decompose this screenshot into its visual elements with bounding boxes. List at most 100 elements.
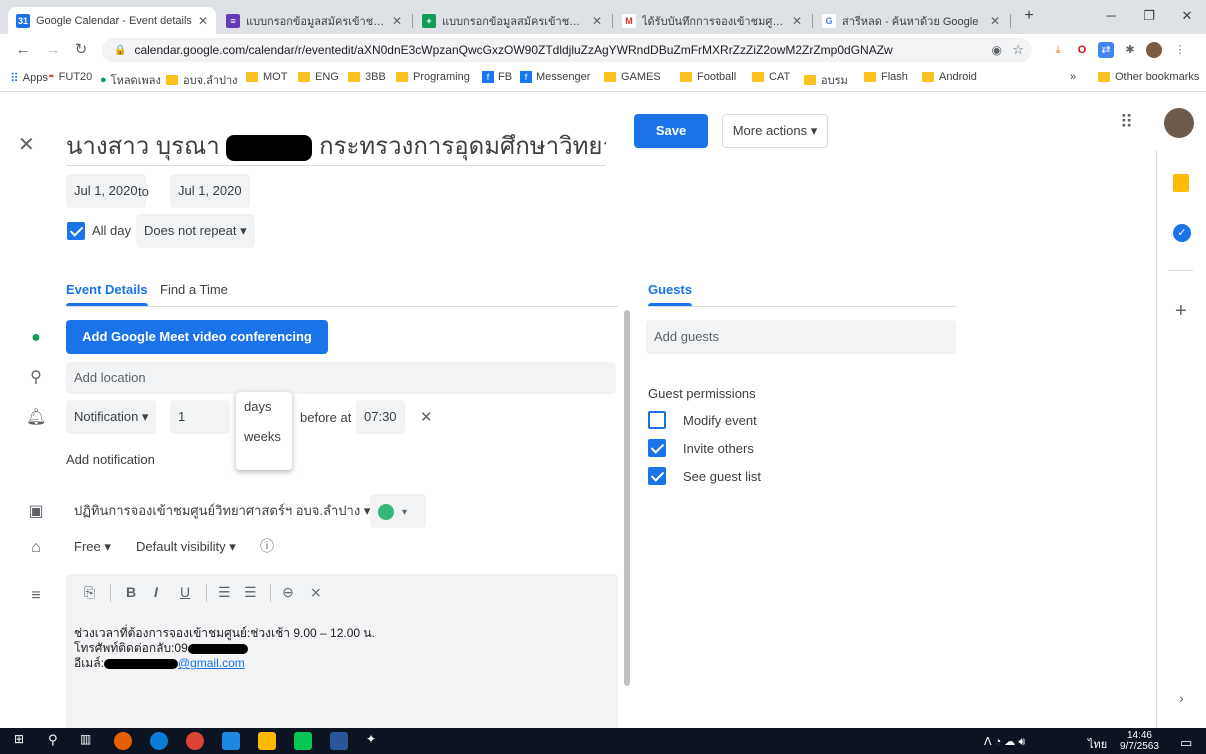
bookmark-folder[interactable]: อบจ.ลำปาง: [166, 71, 238, 89]
bookmark-fut20[interactable]: ◓ FUT20: [48, 71, 92, 83]
bookmarks-overflow-button[interactable]: »: [1070, 71, 1076, 83]
translate-icon[interactable]: ⇄: [1098, 42, 1114, 58]
tab-gmail[interactable]: M ได้รับบันทึกการจองเข้าชมศูนย์วิทยาศาสต…: [614, 7, 810, 34]
bookmark-folder[interactable]: Flash: [864, 71, 908, 83]
tab-close-icon[interactable]: ✕: [392, 14, 402, 28]
tab-sheets[interactable]: + แบบกรอกข้อมูลสมัครเข้าชมศูนย์วิทยาฯ ✕: [414, 7, 610, 34]
bookmark-folder[interactable]: 3BB: [348, 71, 386, 83]
task-view-icon[interactable]: ▥: [80, 732, 98, 750]
units-option-weeks[interactable]: weeks: [236, 422, 292, 452]
see-guest-list-checkbox[interactable]: [648, 467, 666, 485]
clear-format-icon[interactable]: ⨯: [310, 584, 322, 601]
tab-forms-1[interactable]: ≡ แบบกรอกข้อมูลสมัครเข้าชมศูนย์วิทยาฯ ✕: [218, 7, 410, 34]
end-date-field[interactable]: Jul 1, 2020: [170, 174, 250, 208]
tab-event-details[interactable]: Event Details: [66, 282, 148, 297]
tab-close-icon[interactable]: ✕: [990, 14, 1000, 28]
minimize-icon[interactable]: ─: [1098, 6, 1124, 26]
bold-icon[interactable]: B: [126, 584, 136, 600]
bookmark-folder[interactable]: MOT: [246, 71, 287, 83]
bookmark-messenger[interactable]: f Messenger: [520, 71, 590, 83]
bookmark-folder[interactable]: CAT: [752, 71, 790, 83]
numbered-list-icon[interactable]: ☰: [218, 584, 231, 601]
bookmark-folder[interactable]: ENG: [298, 71, 339, 83]
invite-others-checkbox[interactable]: [648, 439, 666, 457]
notification-type-dropdown[interactable]: Notification ▾: [66, 400, 157, 434]
tab-google-search[interactable]: G สารีหลด - ค้นหาด้วย Google ✕: [814, 7, 1008, 34]
incognito-icon[interactable]: ◉: [992, 43, 1002, 57]
restore-icon[interactable]: ❐: [1136, 6, 1162, 26]
account-avatar[interactable]: [1164, 108, 1194, 138]
tasks-icon[interactable]: ✓: [1173, 224, 1191, 242]
add-guests-input[interactable]: Add guests: [646, 320, 956, 354]
attachment-icon[interactable]: ⎘: [84, 584, 95, 601]
help-icon[interactable]: ⓘ: [260, 536, 274, 556]
bulleted-list-icon[interactable]: ☰: [244, 584, 257, 601]
search-icon[interactable]: ⚲: [48, 732, 66, 750]
calendar-selector[interactable]: ปฏิทินการจองเข้าชมศูนย์วิทยาศาสตร์ฯ อบจ.…: [66, 494, 379, 528]
bookmark-folder[interactable]: Football: [680, 71, 736, 83]
extensions-icon[interactable]: ✱: [1122, 42, 1138, 58]
other-bookmarks[interactable]: Other bookmarks: [1098, 71, 1199, 83]
link-icon[interactable]: ⊖: [282, 584, 294, 601]
tab-google-calendar[interactable]: 31 Google Calendar - Event details ✕: [8, 7, 216, 34]
expand-panel-icon[interactable]: ›: [1179, 690, 1184, 706]
modify-event-checkbox[interactable]: [648, 411, 666, 429]
underline-icon[interactable]: U: [180, 584, 190, 600]
scrollbar[interactable]: [624, 310, 630, 686]
bookmark-folder[interactable]: อบรม: [804, 71, 848, 89]
file-explorer-icon[interactable]: [258, 732, 276, 750]
guests-tab[interactable]: Guests: [648, 282, 692, 297]
tab-close-icon[interactable]: ✕: [592, 14, 602, 28]
visibility-dropdown[interactable]: Default visibility ▾: [128, 530, 244, 564]
notifications-icon[interactable]: ▭: [1180, 735, 1192, 751]
bookmark-star-icon[interactable]: ☆: [1012, 42, 1024, 58]
forward-icon[interactable]: →: [42, 39, 64, 61]
location-input[interactable]: Add location: [66, 362, 616, 394]
availability-dropdown[interactable]: Free ▾: [66, 530, 119, 564]
units-option-days[interactable]: days: [236, 392, 292, 422]
reload-icon[interactable]: ↻: [70, 39, 92, 61]
italic-icon[interactable]: I: [154, 584, 158, 600]
close-event-icon[interactable]: ✕: [18, 132, 35, 157]
all-day-checkbox[interactable]: [67, 222, 85, 240]
notification-time-input[interactable]: 07:30: [356, 400, 405, 434]
edge-icon[interactable]: [150, 732, 168, 750]
window-close-icon[interactable]: ✕: [1174, 6, 1200, 26]
line-icon[interactable]: [294, 732, 312, 750]
browser-menu-icon[interactable]: ⋮: [1172, 42, 1188, 58]
bookmark-fb[interactable]: f FB: [482, 71, 512, 83]
clock[interactable]: 14:46 9/7/2563: [1120, 730, 1159, 752]
event-color-dropdown[interactable]: ▾: [370, 494, 426, 528]
address-bar[interactable]: 🔒 calendar.google.com/calendar/r/evented…: [102, 38, 1032, 62]
tab-close-icon[interactable]: ✕: [198, 14, 208, 28]
email-link[interactable]: @gmail.com: [178, 656, 245, 670]
add-notification-link[interactable]: Add notification: [66, 452, 155, 467]
repeat-dropdown[interactable]: Does not repeat ▾: [136, 214, 255, 248]
add-meet-button[interactable]: Add Google Meet video conferencing: [66, 320, 328, 354]
remove-notification-icon[interactable]: ✕: [420, 408, 433, 426]
opera-icon[interactable]: O: [1074, 42, 1090, 58]
save-button[interactable]: Save: [634, 114, 708, 148]
language-indicator[interactable]: ไทย: [1088, 735, 1107, 753]
bookmark-music[interactable]: ● โหลดเพลง: [100, 71, 161, 89]
tray-icons[interactable]: ᐱ ◔ ☁ 🔊︎: [984, 735, 1025, 749]
back-icon[interactable]: ←: [12, 39, 34, 61]
profile-avatar-icon[interactable]: [1146, 42, 1162, 58]
download-icon[interactable]: ⤓: [1050, 42, 1066, 58]
event-title-input[interactable]: นางสาว บุรณา กระทรวงการอุดมศึกษาวิทยา: [66, 126, 606, 166]
bookmark-folder[interactable]: Programing: [396, 71, 470, 83]
app-icon[interactable]: ✦: [366, 732, 384, 750]
tab-close-icon[interactable]: ✕: [792, 14, 802, 28]
app-icon[interactable]: [222, 732, 240, 750]
start-date-field[interactable]: Jul 1, 2020: [66, 174, 146, 208]
word-icon[interactable]: [330, 732, 348, 750]
google-apps-icon[interactable]: ⠿: [1120, 112, 1133, 133]
keep-icon[interactable]: [1173, 174, 1189, 192]
tab-find-a-time[interactable]: Find a Time: [160, 282, 228, 297]
bookmark-folder[interactable]: Android: [922, 71, 977, 83]
bookmark-folder[interactable]: GAMES: [604, 71, 661, 83]
bookmark-apps[interactable]: ⠿ Apps: [10, 71, 48, 85]
firefox-icon[interactable]: [114, 732, 132, 750]
description-editor[interactable]: ⎘ B I U ☰ ☰ ⊖ ⨯ ช่วงเวลาที่ต้องการจองเข้…: [66, 574, 618, 728]
windows-start-icon[interactable]: ⊞: [14, 732, 32, 750]
